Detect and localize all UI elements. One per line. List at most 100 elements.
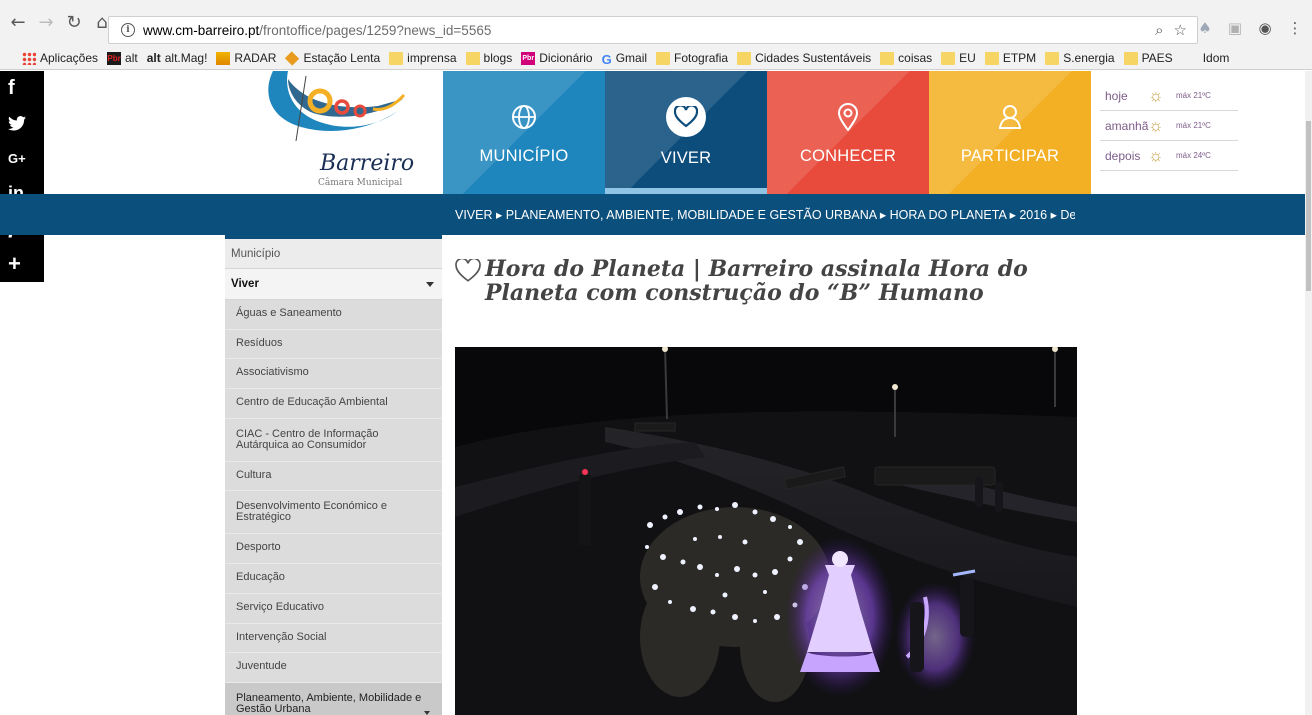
article-title: Hora do Planeta | Barreiro assinala Hora… — [485, 256, 1028, 306]
folder-icon — [465, 51, 480, 65]
breadcrumb[interactable]: VIVER ▸ PLANEAMENTO, AMBIENTE, MOBILIDAD… — [455, 207, 1075, 222]
nav-tile-label: MUNICÍPIO — [479, 147, 569, 165]
facebook-icon[interactable]: f — [0, 71, 44, 106]
folder-icon — [984, 51, 999, 65]
bookmark-star-icon[interactable]: ☆ — [1174, 21, 1187, 39]
map-pin-icon — [832, 101, 864, 133]
nav-tile-participar[interactable]: PARTICIPAR — [929, 71, 1091, 194]
globe-icon — [508, 101, 540, 133]
heart-outline-icon — [455, 257, 485, 305]
social-share-bar: f G+ in p + — [0, 71, 44, 282]
logo-wordmark: Barreiro — [320, 151, 415, 176]
bookmark-dicionario[interactable]: Pbr Dicionário — [521, 51, 593, 65]
sidebar-section-viver[interactable]: Viver — [225, 269, 442, 300]
article-content: Hora do Planeta | Barreiro assinala Hora… — [455, 235, 1077, 715]
main-nav: MUNICÍPIO VIVER CONHECER PARTICIPAR — [443, 71, 1091, 194]
forward-arrow-icon[interactable]: → — [34, 11, 58, 35]
barreiro-logo[interactable]: Barreiro Câmara Municipal — [250, 71, 442, 194]
sun-icon: ☼ — [1148, 115, 1164, 135]
breadcrumb-bar: VIVER ▸ PLANEAMENTO, AMBIENTE, MOBILIDAD… — [0, 194, 1305, 235]
bookmark-apps[interactable]: Aplicações — [22, 51, 98, 65]
bookmark-s-energia[interactable]: S.energia — [1045, 51, 1115, 65]
person-icon — [994, 101, 1026, 133]
folder-icon — [1045, 51, 1060, 65]
sun-icon: ☼ — [1148, 85, 1164, 105]
folder-icon — [656, 51, 671, 65]
bookmark-coisas[interactable]: coisas — [880, 51, 932, 65]
bookmark-fotografia[interactable]: Fotografia — [656, 51, 728, 65]
zoom-icon[interactable]: ⌕ — [1155, 21, 1163, 39]
sidebar-item[interactable]: Desporto — [225, 534, 442, 565]
sidebar-item[interactable]: Associativismo — [225, 359, 442, 390]
sidebar-item[interactable]: Desenvolvimento Económico e Estratégico — [225, 491, 442, 535]
folder-icon — [389, 51, 404, 65]
sidebar-item[interactable]: Juventude — [225, 653, 442, 683]
article-header: Hora do Planeta | Barreiro assinala Hora… — [455, 257, 1075, 305]
sidebar-menu: Município Viver Águas e Saneamento Resíd… — [225, 235, 442, 715]
twitter-icon[interactable] — [0, 106, 44, 141]
folder-icon — [737, 51, 752, 65]
google-g-icon: G — [601, 51, 612, 67]
back-arrow-icon[interactable]: ← — [6, 11, 30, 35]
nav-tile-conhecer[interactable]: CONHECER — [767, 71, 929, 194]
sidebar-item[interactable]: Serviço Educativo — [225, 593, 442, 624]
apps-grid-icon — [22, 51, 36, 65]
sidebar-item[interactable]: Cultura — [225, 461, 442, 492]
nav-tile-municipio[interactable]: MUNICÍPIO — [443, 71, 605, 194]
bookmark-alt[interactable]: Pbr alt — [107, 51, 138, 65]
page-scrollbar[interactable] — [1305, 71, 1312, 715]
extension-lamp-icon[interactable]: ♠ — [1196, 19, 1214, 37]
bookmark-etpm[interactable]: ETPM — [984, 51, 1036, 65]
logo-swirl-icon — [268, 71, 406, 141]
nav-tile-viver[interactable]: VIVER — [605, 71, 767, 194]
sidebar-item[interactable]: Centro de Educação Ambiental — [225, 389, 442, 419]
alt-logo-icon: Pbr — [107, 51, 122, 65]
extension-shield-icon[interactable]: ◉ — [1256, 19, 1274, 37]
extension-screen-icon[interactable]: ▣ — [1226, 19, 1244, 37]
bookmark-gmail[interactable]: G Gmail — [601, 51, 647, 67]
sidebar-item[interactable]: Resíduos — [225, 329, 442, 360]
url-text[interactable]: www.cm-barreiro.pt/frontoffice/pages/125… — [143, 23, 491, 38]
bookmark-blogs[interactable]: blogs — [465, 51, 512, 65]
reload-icon[interactable]: ↻ — [62, 11, 86, 35]
heart-icon — [666, 97, 706, 137]
address-bar[interactable]: i www.cm-barreiro.pt/frontoffice/pages/1… — [108, 16, 1198, 44]
folder-icon — [880, 51, 895, 65]
nav-tile-label: CONHECER — [799, 147, 897, 165]
bookmark-radar[interactable]: RADAR — [216, 51, 276, 65]
browser-menu-icon[interactable]: ⋮ — [1286, 19, 1304, 37]
estacao-lenta-icon — [285, 50, 300, 66]
bookmark-eu[interactable]: EU — [941, 51, 976, 65]
bookmarks-bar: Aplicações Pbr alt alt alt.Mag! RADAR Esta… — [0, 47, 1312, 69]
folder-icon — [1123, 51, 1138, 65]
weather-row: hoje ☼ máx 21ºC — [1100, 81, 1238, 111]
alt-mag-icon: alt — [146, 51, 161, 65]
scrollbar-thumb[interactable] — [1306, 121, 1311, 291]
bookmark-imprensa[interactable]: imprensa — [389, 51, 457, 65]
sidebar-item-municipio[interactable]: Município — [225, 235, 442, 269]
nav-tile-label: PARTICIPAR — [960, 147, 1060, 165]
sidebar-item[interactable]: Águas e Saneamento — [225, 300, 442, 330]
sidebar-item[interactable]: Intervenção Social — [225, 623, 442, 654]
google-plus-icon[interactable]: G+ — [0, 141, 44, 176]
night-event-photo — [455, 347, 1077, 715]
sidebar-item-active[interactable]: Planeamento, Ambiente, Mobilidade e Gest… — [225, 682, 442, 715]
sidebar-item[interactable]: CIAC - Centro de Informação Autárquica a… — [225, 418, 442, 462]
web-page: f G+ in p + Barreiro Câmara Municipal MU… — [0, 71, 1305, 715]
bookmark-cidades-sustentaveis[interactable]: Cidades Sustentáveis — [737, 51, 871, 65]
nav-tile-label: VIVER — [660, 149, 712, 167]
more-share-icon[interactable]: + — [0, 246, 44, 281]
weather-row: depois ☼ máx 24ºC — [1100, 141, 1238, 171]
bookmark-idom[interactable]: Idom — [1203, 51, 1230, 65]
browser-chrome: ← → ↻ ⌂ i www.cm-barreiro.pt/frontoffice… — [0, 0, 1312, 70]
logo-subtitle: Câmara Municipal — [318, 178, 403, 188]
sidebar-item[interactable]: Educação — [225, 564, 442, 594]
chevron-down-icon — [426, 281, 434, 287]
bookmark-paes[interactable]: PAES — [1123, 51, 1173, 65]
weather-widget: hoje ☼ máx 21ºC amanhã ☼ máx 21ºC depois ☼ máx… — [1100, 81, 1238, 171]
chevron-down-icon — [424, 710, 430, 715]
bookmark-alt-mag[interactable]: alt alt.Mag! — [147, 51, 208, 65]
weather-row: amanhã ☼ máx 21ºC — [1100, 111, 1238, 141]
site-info-icon[interactable]: i — [121, 23, 135, 37]
bookmark-estacao-lenta[interactable]: Estação Lenta — [285, 50, 380, 66]
